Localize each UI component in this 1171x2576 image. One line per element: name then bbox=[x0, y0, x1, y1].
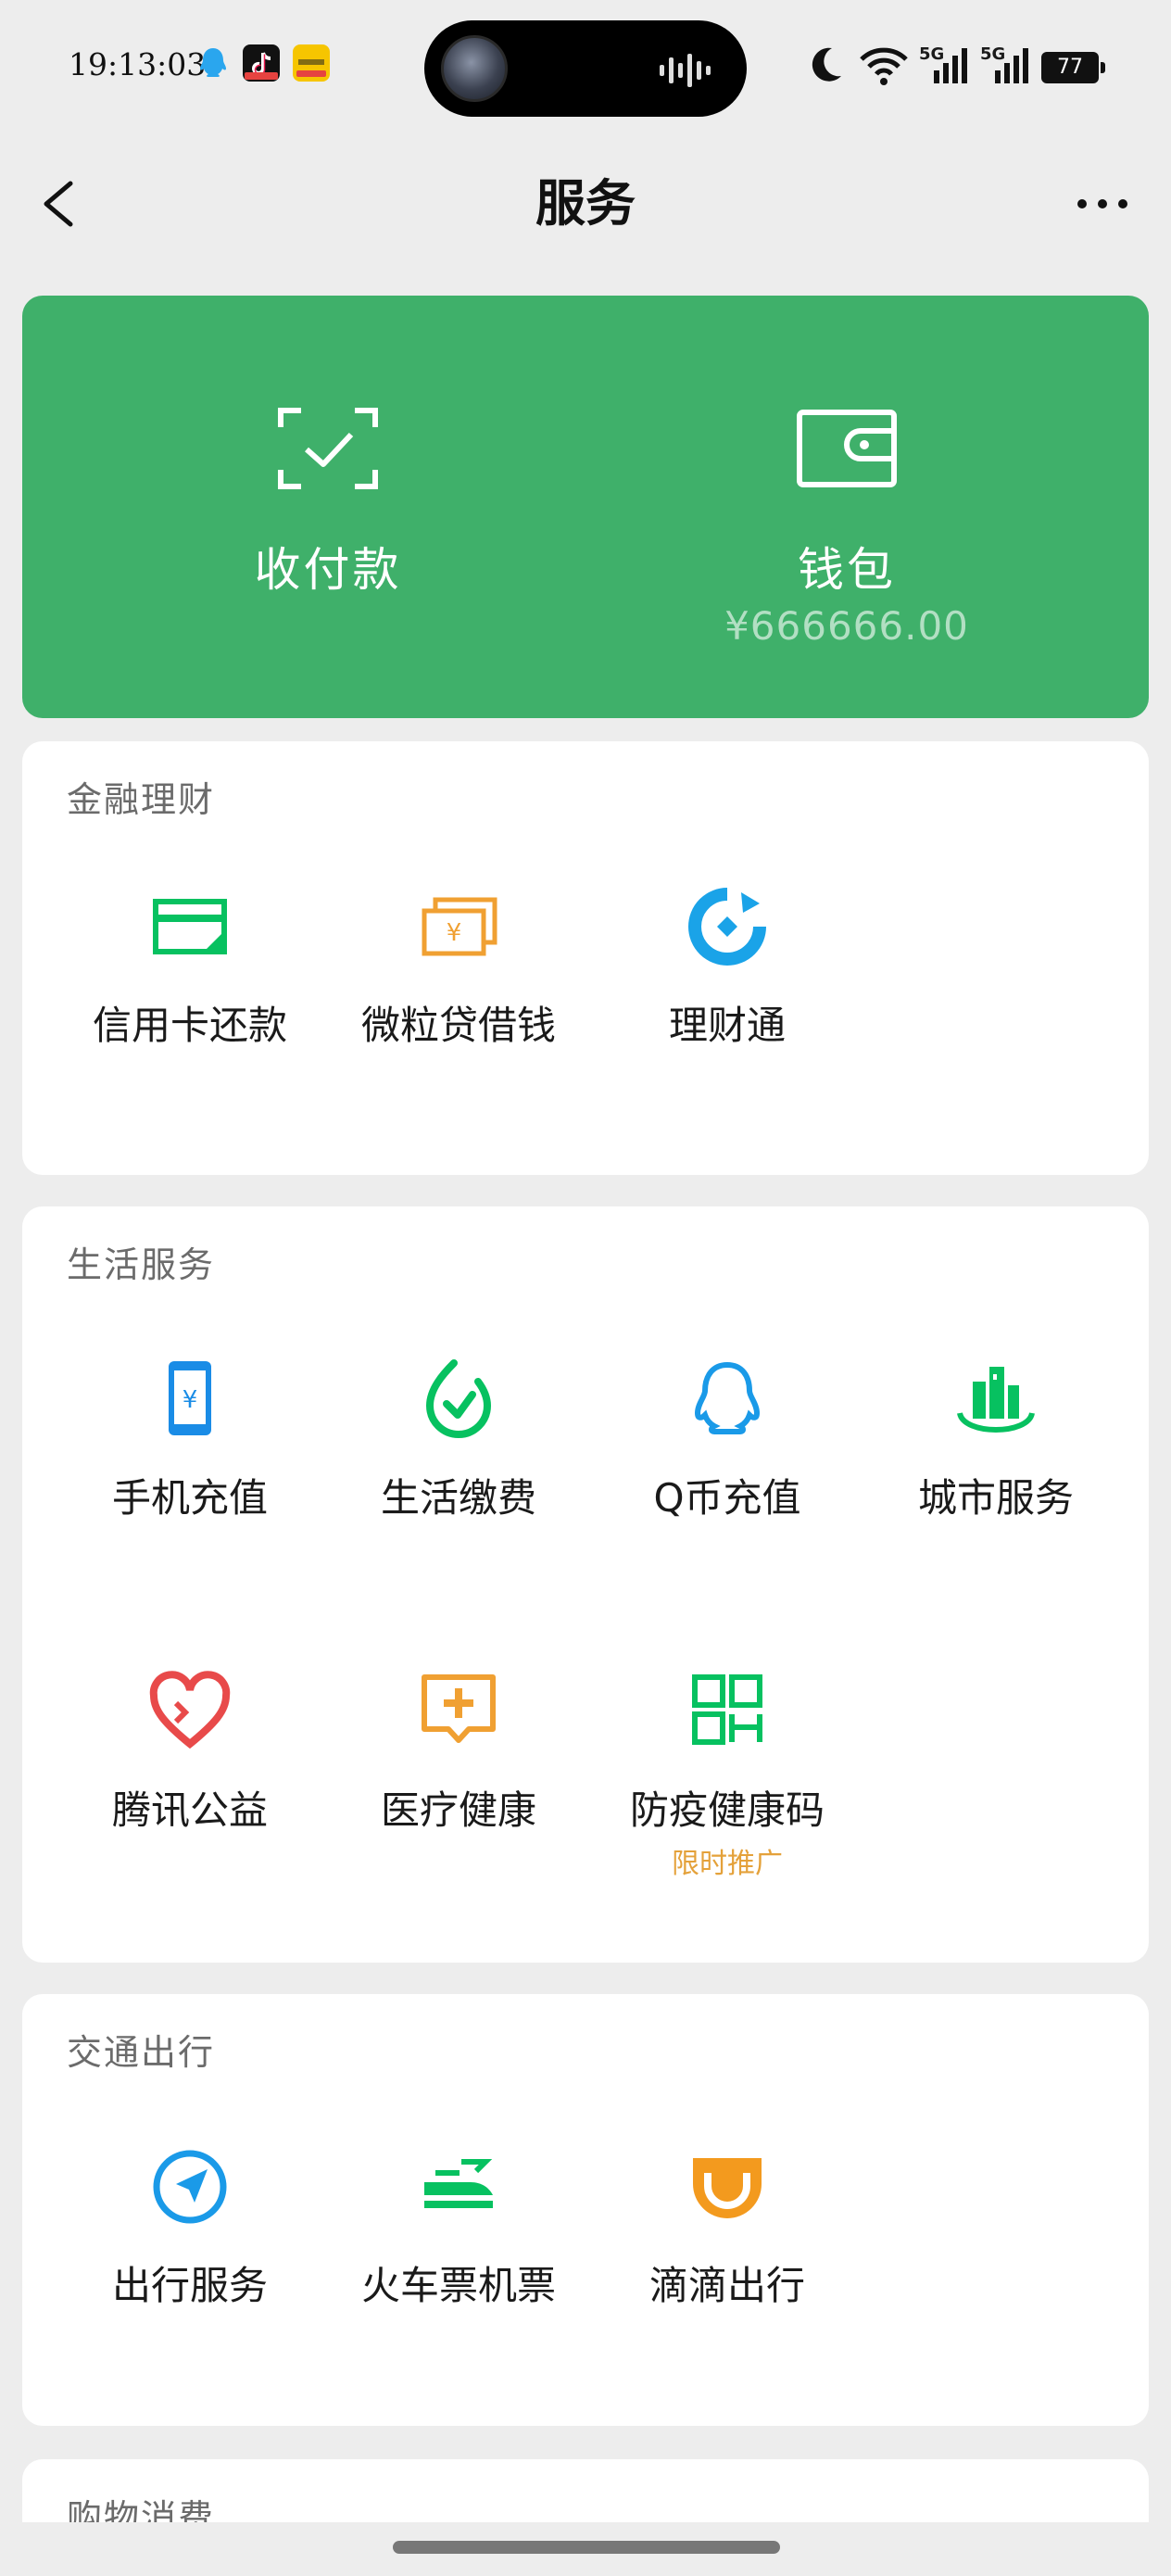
licaitong-item[interactable]: 理财通 bbox=[593, 885, 862, 1070]
travel-service-icon bbox=[153, 2150, 227, 2224]
page-title: 服务 bbox=[535, 174, 636, 233]
train-plane-ticket-item[interactable]: 火车票机票 bbox=[324, 2145, 593, 2330]
dynamic-island[interactable] bbox=[424, 20, 747, 117]
wallet-balance: ¥666666.00 bbox=[724, 603, 969, 649]
status-time: 19:13:03 bbox=[69, 46, 207, 82]
section-title: 交通出行 bbox=[67, 2032, 216, 2073]
credit-card-icon bbox=[153, 899, 227, 954]
grid-label: 医疗健康 bbox=[380, 1787, 536, 1833]
wealth-icon bbox=[688, 888, 766, 966]
scan-check-icon bbox=[278, 408, 378, 489]
wallet-button[interactable]: 钱包 ¥666666.00 bbox=[541, 296, 1152, 718]
city-service-item[interactable]: 城市服务 bbox=[862, 1357, 1130, 1543]
health-code-item[interactable]: 防疫健康码 限时推广 bbox=[593, 1670, 862, 1880]
section-title: 金融理财 bbox=[67, 779, 216, 820]
medical-icon bbox=[422, 1674, 496, 1743]
payment-banner: 收付款 钱包 ¥666666.00 bbox=[22, 296, 1149, 718]
travel-service-item[interactable]: 出行服务 bbox=[56, 2145, 324, 2330]
finance-section: 金融理财 信用卡还款 ¥ 微粒贷借钱 理财通 bbox=[22, 741, 1149, 1175]
weilidai-loan-item[interactable]: ¥ 微粒贷借钱 bbox=[324, 885, 593, 1070]
grid-label: 出行服务 bbox=[111, 2263, 268, 2308]
grid-label: 防疫健康码 bbox=[629, 1787, 825, 1833]
signal-5g-2: 5G bbox=[980, 43, 1032, 87]
status-bar: 19:13:03 5G 5G 77 bbox=[0, 0, 1171, 139]
grid-label: 手机充值 bbox=[111, 1475, 268, 1521]
tencent-charity-item[interactable]: 腾讯公益 bbox=[56, 1670, 324, 1855]
battery-indicator: 77 bbox=[1041, 52, 1105, 83]
signal-bars-icon bbox=[995, 48, 1028, 83]
do-not-disturb-moon-icon bbox=[812, 47, 841, 82]
tiktok-notification-icon bbox=[243, 44, 280, 82]
travel-section: 交通出行 出行服务 火车票机票 滴滴出行 bbox=[22, 1994, 1149, 2426]
utility-bill-icon bbox=[425, 1359, 492, 1438]
more-options-icon[interactable] bbox=[1065, 176, 1140, 232]
qq-coin-item[interactable]: Q币充值 bbox=[593, 1357, 862, 1543]
grid-label: 滴滴出行 bbox=[648, 2263, 805, 2308]
grid-label: 生活缴费 bbox=[380, 1475, 536, 1521]
utility-bill-item[interactable]: 生活缴费 bbox=[324, 1357, 593, 1543]
qq-notification-icon bbox=[195, 44, 232, 82]
wifi-icon bbox=[860, 47, 908, 85]
service-page: 19:13:03 5G 5G 77 服务 收付款 钱包 ¥666666.00 金… bbox=[0, 0, 1171, 2576]
svg-text:¥: ¥ bbox=[183, 1386, 198, 1414]
medical-health-item[interactable]: 医疗健康 bbox=[324, 1670, 593, 1855]
wallet-label: 钱包 bbox=[798, 543, 896, 597]
health-code-icon bbox=[692, 1674, 762, 1745]
charity-icon bbox=[149, 1671, 231, 1749]
svg-text:¥: ¥ bbox=[447, 919, 462, 947]
promo-tag: 限时推广 bbox=[672, 1848, 783, 1880]
qq-coin-icon bbox=[694, 1361, 761, 1434]
life-services-section: 生活服务 ¥ 手机充值 生活缴费 Q币充值 城市服务 腾讯公益 医疗健康 防疫健… bbox=[22, 1206, 1149, 1963]
music-cover-avatar bbox=[441, 35, 508, 102]
credit-card-repay-item[interactable]: 信用卡还款 bbox=[56, 885, 324, 1070]
grid-label: 腾讯公益 bbox=[111, 1787, 268, 1833]
grid-label: 理财通 bbox=[668, 1003, 786, 1048]
loan-icon: ¥ bbox=[422, 897, 497, 956]
grid-label: 信用卡还款 bbox=[92, 1003, 287, 1048]
grid-label: 城市服务 bbox=[917, 1475, 1074, 1521]
phone-topup-icon: ¥ bbox=[169, 1361, 211, 1435]
didi-item[interactable]: 滴滴出行 bbox=[593, 2145, 862, 2330]
city-service-icon bbox=[957, 1367, 1035, 1433]
grid-label: 微粒贷借钱 bbox=[360, 1003, 556, 1048]
signal-5g-1: 5G bbox=[919, 43, 971, 87]
grid-label: 火车票机票 bbox=[360, 2263, 556, 2308]
audio-wave-icon bbox=[660, 54, 711, 87]
train-ticket-icon bbox=[424, 2159, 493, 2208]
didi-icon bbox=[693, 2158, 762, 2218]
signal-bars-icon bbox=[934, 48, 967, 83]
wallet-icon bbox=[797, 410, 897, 487]
home-indicator[interactable] bbox=[393, 2541, 780, 2554]
grid-label: Q币充值 bbox=[653, 1475, 801, 1521]
phone-topup-item[interactable]: ¥ 手机充值 bbox=[56, 1357, 324, 1543]
realme-notification-icon bbox=[293, 44, 330, 82]
section-title: 生活服务 bbox=[67, 1244, 216, 1285]
